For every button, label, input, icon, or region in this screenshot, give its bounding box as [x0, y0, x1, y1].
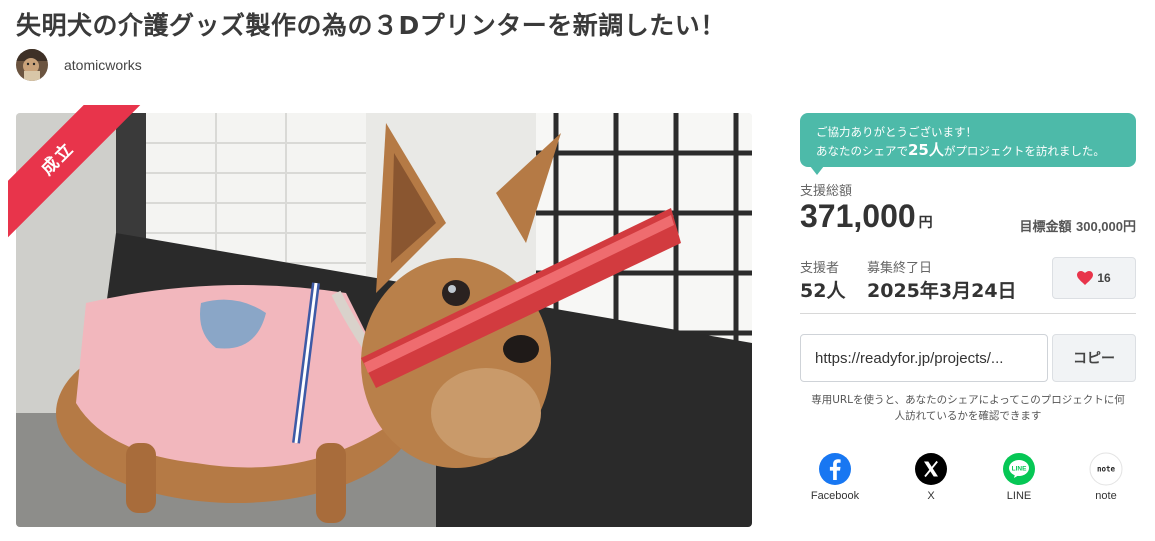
share-facebook[interactable]: Facebook — [800, 452, 870, 502]
project-title: 失明犬の介護グッズ製作の為の３Dプリンターを新調したい！ — [16, 11, 726, 40]
share-facebook-label: Facebook — [810, 490, 860, 502]
like-count: 16 — [1097, 271, 1111, 285]
share-line[interactable]: LINE LINE — [984, 452, 1054, 502]
goal-amount-label: 目標金額 — [1019, 220, 1072, 235]
total-amount-value: 371,000 — [800, 198, 916, 234]
share-url-note: 専用URLを使うと、あなたのシェアによってこのプロジェクトに何人訪れているかを確… — [811, 394, 1125, 422]
note-icon: note — [1089, 452, 1123, 486]
supporters-count: 52人 — [800, 280, 846, 302]
share-thanks-banner: ご協力ありがとうございます！ あなたのシェアで25人がプロジェクトを訪れました。 — [800, 113, 1136, 175]
social-share-list: Facebook X LINE LINE note note — [800, 452, 1136, 512]
share-banner-line1: ご協力ありがとうございます！ — [816, 125, 977, 139]
goal-amount: 目標金額 300,000円 — [1019, 216, 1136, 235]
x-icon — [915, 453, 947, 485]
line-icon: LINE — [1003, 453, 1035, 485]
share-url-input[interactable] — [800, 334, 1048, 382]
share-banner-suffix: がプロジェクトを訪れました。 — [943, 144, 1105, 158]
like-button[interactable]: 16 — [1052, 257, 1136, 299]
svg-text:note: note — [1097, 465, 1116, 474]
share-banner-line2: あなたのシェアで25人がプロジェクトを訪れました。 — [816, 141, 1120, 160]
share-x[interactable]: X — [896, 452, 966, 502]
project-main-image — [16, 113, 752, 527]
owner-name[interactable]: atomicworks — [64, 57, 142, 73]
facebook-icon — [819, 453, 851, 485]
share-line-label: LINE — [1006, 490, 1032, 502]
share-banner-prefix: あなたのシェアで — [816, 144, 908, 158]
share-note[interactable]: note note — [1071, 452, 1141, 502]
svg-text:LINE: LINE — [1012, 466, 1027, 473]
supporters-label: 支援者 — [800, 261, 840, 276]
share-x-label: X — [927, 490, 935, 502]
total-amount: 371,000 円 — [800, 198, 933, 235]
copy-url-button[interactable]: コピー — [1052, 334, 1136, 382]
total-amount-unit: 円 — [918, 215, 933, 231]
share-note-label: note — [1095, 490, 1117, 502]
share-visitor-count: 25人 — [908, 141, 944, 159]
heart-icon — [1077, 271, 1094, 285]
end-date-value: 2025年3月24日 — [867, 280, 1017, 302]
owner-info[interactable]: atomicworks — [16, 48, 142, 82]
goal-amount-value: 300,000円 — [1076, 219, 1136, 234]
total-amount-label: 支援総額 — [800, 184, 853, 199]
stats-divider — [800, 313, 1136, 314]
end-date-label: 募集終了日 — [867, 261, 933, 276]
owner-avatar[interactable] — [16, 49, 48, 81]
